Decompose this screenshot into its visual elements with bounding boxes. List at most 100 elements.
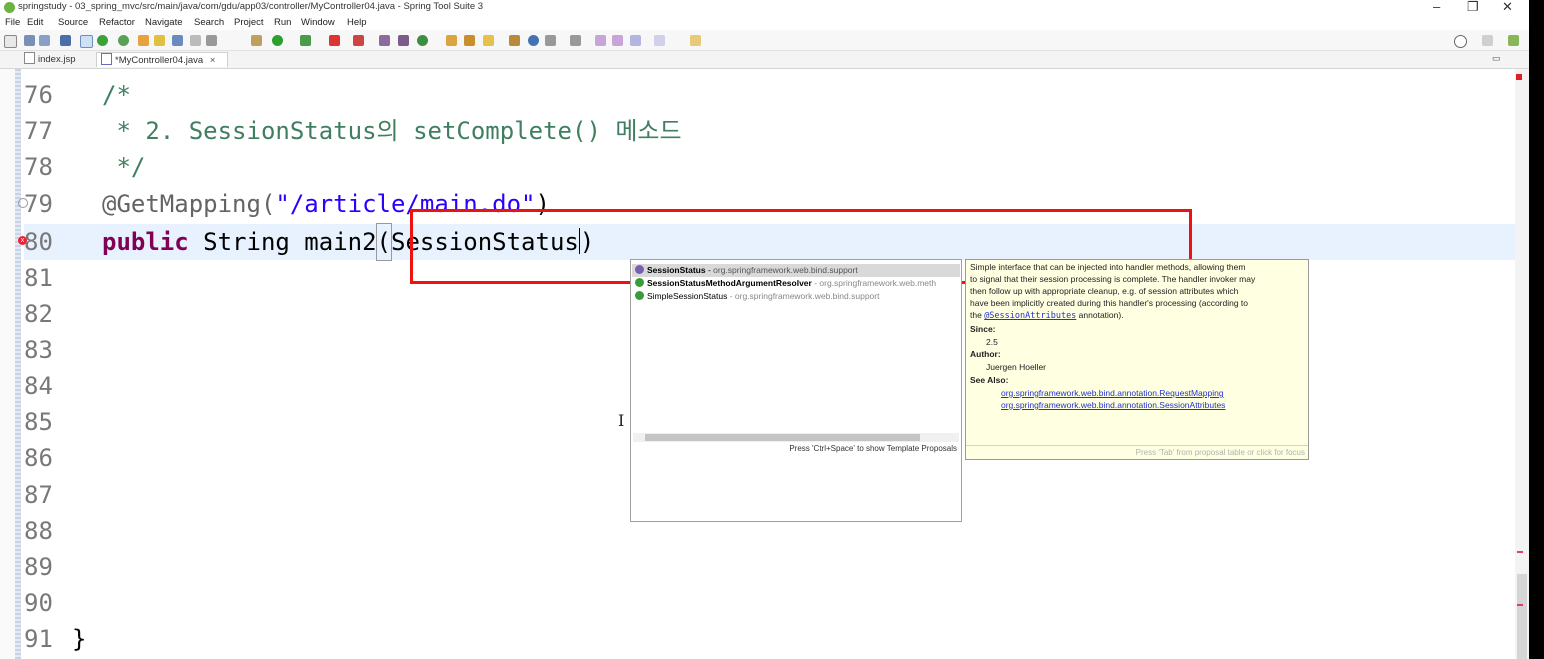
search-icon[interactable] bbox=[1454, 35, 1467, 48]
proposal-session-status[interactable]: SessionStatus - org.springframework.web.… bbox=[632, 264, 960, 277]
minimize-view-icon[interactable]: ▭ bbox=[1492, 53, 1501, 64]
method-signature-token: String main2 bbox=[188, 228, 377, 256]
edit-icon[interactable] bbox=[154, 35, 165, 46]
forward-icon[interactable] bbox=[654, 35, 665, 46]
menu-refactor[interactable]: Refactor bbox=[99, 17, 135, 28]
run-icon[interactable] bbox=[272, 35, 283, 46]
proposal-package: org.springframework.web.bind.support bbox=[713, 265, 858, 275]
main-toolbar bbox=[0, 30, 1544, 51]
debug-icon[interactable] bbox=[251, 35, 262, 46]
javadoc-text-part: annotation). bbox=[1076, 310, 1124, 320]
show-whitespace-icon[interactable] bbox=[206, 35, 217, 46]
close-tab-icon[interactable]: × bbox=[210, 55, 216, 66]
tab-index-jsp[interactable]: index.jsp bbox=[24, 52, 82, 67]
author-value: Juergen Hoeller bbox=[986, 362, 1047, 372]
save-icon[interactable] bbox=[24, 35, 35, 46]
run-config-icon[interactable] bbox=[300, 35, 311, 46]
menu-help[interactable]: Help bbox=[347, 17, 367, 28]
error-marker-icon[interactable]: x bbox=[18, 236, 27, 245]
class-icon bbox=[635, 278, 644, 287]
next-annotation-icon[interactable] bbox=[545, 35, 556, 46]
menu-run[interactable]: Run bbox=[274, 17, 291, 28]
since-value: 2.5 bbox=[986, 337, 998, 347]
scrollbar-thumb[interactable] bbox=[645, 434, 920, 441]
tab-mycontroller04-java[interactable]: *MyController04.java × bbox=[96, 52, 228, 67]
menu-edit[interactable]: Edit bbox=[27, 17, 43, 28]
spring-perspective-icon[interactable] bbox=[1508, 35, 1519, 46]
file-icon bbox=[24, 52, 35, 64]
open-type-icon[interactable] bbox=[172, 35, 183, 46]
globe-icon[interactable] bbox=[528, 35, 539, 46]
proposal-session-status-method-argument-resolver[interactable]: SessionStatusMethodArgumentResolver - or… bbox=[635, 277, 936, 290]
line-number: 77 bbox=[24, 117, 53, 145]
proposal-name: SessionStatusMethodArgumentResolver bbox=[647, 278, 812, 288]
line-number: 79 bbox=[24, 190, 53, 218]
screen-edge bbox=[1529, 0, 1544, 659]
javadoc-text: Simple interface that can be injected in… bbox=[970, 262, 1246, 272]
open-folder-icon[interactable] bbox=[446, 35, 457, 46]
overview-error-mark[interactable] bbox=[1517, 551, 1523, 553]
menu-bar: File Edit Source Refactor Navigate Searc… bbox=[0, 15, 1544, 29]
new-icon[interactable] bbox=[4, 35, 17, 48]
menu-navigate[interactable]: Navigate bbox=[145, 17, 183, 28]
minimize-button[interactable]: – bbox=[1433, 0, 1440, 14]
annotation-icon[interactable] bbox=[509, 35, 520, 46]
line-number: 89 bbox=[24, 553, 53, 581]
line-number: 82 bbox=[24, 300, 53, 328]
open-task-icon[interactable] bbox=[464, 35, 475, 46]
line-number: 88 bbox=[24, 517, 53, 545]
code-line-91: } bbox=[72, 625, 87, 653]
pen-icon[interactable] bbox=[483, 35, 494, 46]
toggle-mark-icon[interactable] bbox=[80, 35, 93, 48]
proposal-horizontal-scrollbar[interactable] bbox=[633, 433, 959, 442]
proposal-name: SimpleSessionStatus bbox=[647, 291, 728, 301]
javadoc-hover[interactable]: Simple interface that can be injected in… bbox=[965, 259, 1309, 460]
menu-window[interactable]: Window bbox=[301, 17, 335, 28]
line-number: 86 bbox=[24, 444, 53, 472]
new-java-project-icon[interactable] bbox=[379, 35, 390, 46]
line-number: 84 bbox=[24, 372, 53, 400]
proposal-package: org.springframework.web.bind.support bbox=[734, 291, 880, 301]
scrollbar-thumb[interactable] bbox=[1517, 574, 1527, 659]
restore-button[interactable]: ❐ bbox=[1467, 0, 1479, 14]
session-attributes-link[interactable]: @SessionAttributes bbox=[984, 311, 1076, 321]
block-selection-icon[interactable] bbox=[190, 35, 201, 46]
see-also-session-attributes-link[interactable]: org.springframework.web.bind.annotation.… bbox=[1001, 400, 1304, 412]
close-button[interactable]: ✕ bbox=[1502, 0, 1513, 14]
content-assist-popup[interactable]: SessionStatus - org.springframework.web.… bbox=[630, 259, 962, 522]
prev-annotation-icon[interactable] bbox=[570, 35, 581, 46]
since-label: Since: bbox=[970, 324, 996, 334]
javadoc-text: to signal that their session processing … bbox=[970, 274, 1256, 284]
back-icon[interactable] bbox=[630, 35, 641, 46]
menu-source[interactable]: Source bbox=[58, 17, 88, 28]
new-package-icon[interactable] bbox=[398, 35, 409, 46]
editor-vertical-scrollbar[interactable] bbox=[1515, 69, 1529, 659]
spring-boot-icon[interactable] bbox=[97, 35, 108, 46]
proposal-simple-session-status[interactable]: SimpleSessionStatus - org.springframewor… bbox=[635, 290, 879, 303]
error-summary-icon[interactable] bbox=[1516, 74, 1522, 80]
override-marker-icon[interactable] bbox=[18, 198, 28, 208]
pin-editor-icon[interactable] bbox=[690, 35, 701, 46]
pin-icon[interactable] bbox=[138, 35, 149, 46]
menu-project[interactable]: Project bbox=[234, 17, 264, 28]
code-line-76: /* bbox=[102, 81, 131, 109]
open-perspective-icon[interactable] bbox=[1482, 35, 1493, 46]
forward-edit-icon[interactable] bbox=[612, 35, 623, 46]
external-tools-icon[interactable] bbox=[353, 35, 364, 46]
save-all-icon[interactable] bbox=[39, 35, 50, 46]
interface-icon bbox=[635, 265, 644, 274]
line-number: 91 bbox=[24, 625, 53, 653]
open-console-icon[interactable] bbox=[60, 35, 71, 46]
javadoc-text: the @SessionAttributes annotation). bbox=[970, 310, 1304, 323]
line-number: 87 bbox=[24, 481, 53, 509]
refresh-icon[interactable] bbox=[118, 35, 129, 46]
last-edit-icon[interactable] bbox=[595, 35, 606, 46]
annotation-token: @GetMapping( bbox=[102, 190, 276, 218]
stop-icon[interactable] bbox=[329, 35, 340, 46]
overview-error-mark[interactable] bbox=[1517, 604, 1523, 606]
menu-file[interactable]: File bbox=[5, 17, 20, 28]
menu-search[interactable]: Search bbox=[194, 17, 224, 28]
see-also-request-mapping-link[interactable]: org.springframework.web.bind.annotation.… bbox=[1001, 388, 1304, 400]
new-class-icon[interactable] bbox=[417, 35, 428, 46]
javadoc-text: then follow up with appropriate cleanup,… bbox=[970, 286, 1239, 296]
